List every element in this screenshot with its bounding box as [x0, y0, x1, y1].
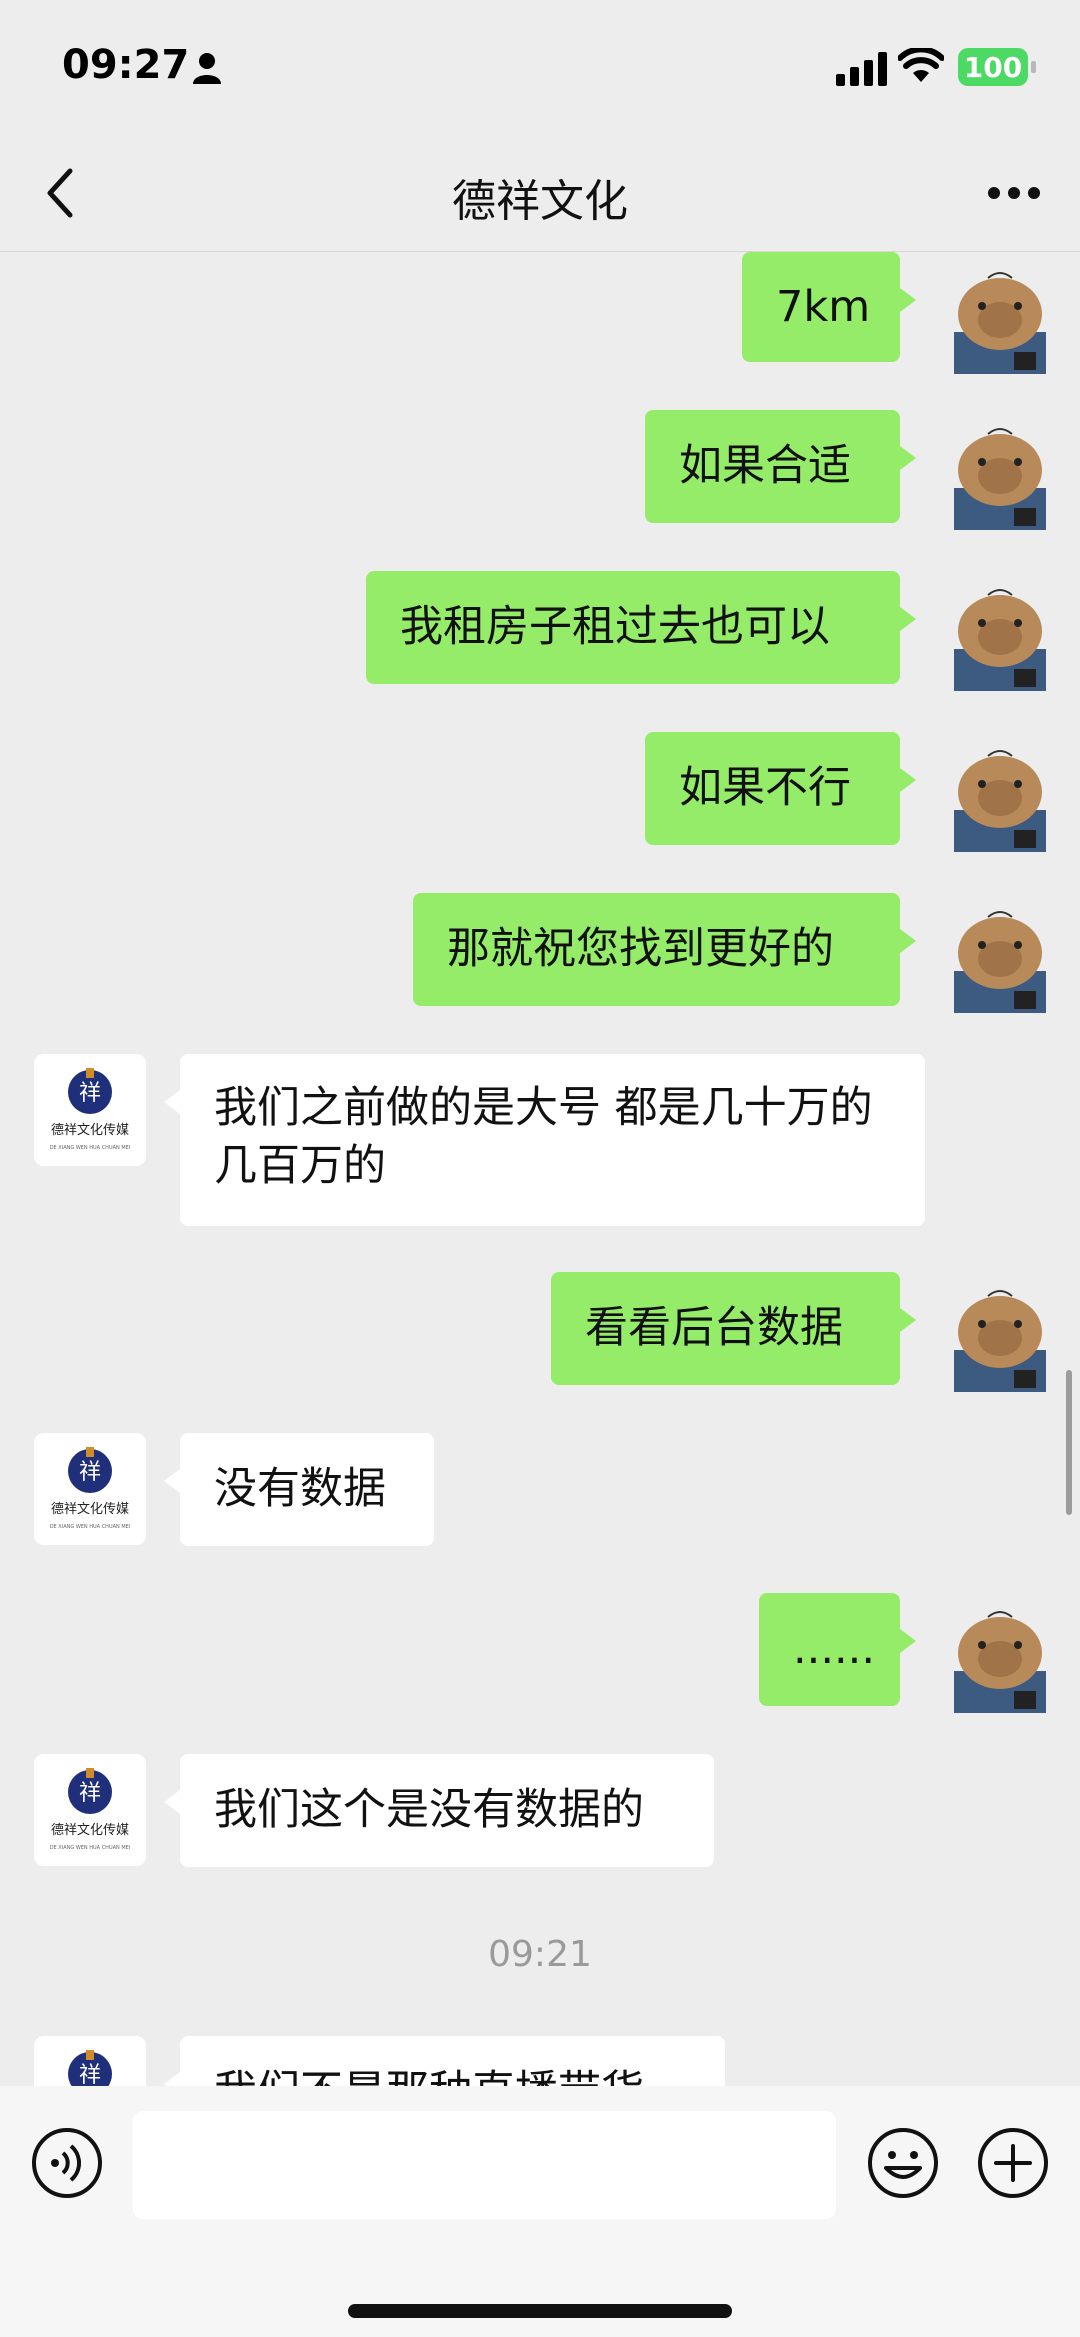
message-timestamp: 09:21 — [488, 1934, 592, 1975]
message-text: 看看后台数据 — [585, 1303, 843, 1353]
plus-icon[interactable] — [976, 2126, 1050, 2200]
message-text: 我们之前做的是大号 都是几十万的 几百万的 — [214, 1083, 873, 1191]
status-bar: 09:27 100 — [0, 0, 1080, 135]
logo-subtext: DE XIANG WEN HUA CHUAN MEI — [50, 1524, 131, 1530]
logo-text: 德祥文化传媒 — [51, 1823, 129, 1838]
message-text: 我们这个是没有数据的 — [214, 1785, 644, 1835]
chat-title: 德祥文化 — [452, 176, 628, 227]
my-avatar[interactable] — [944, 1280, 1056, 1392]
my-avatar[interactable] — [944, 418, 1056, 530]
svg-text:祥: 祥 — [79, 1781, 101, 1806]
more-options-icon[interactable] — [986, 185, 1042, 201]
message-text: 如果合适 — [679, 441, 851, 491]
svg-text:祥: 祥 — [79, 1081, 101, 1106]
message-text: 那就祝您找到更好的 — [447, 924, 834, 974]
my-avatar[interactable] — [944, 901, 1056, 1013]
logo-subtext: DE XIANG WEN HUA CHUAN MEI — [50, 1845, 131, 1851]
logo-subtext: DE XIANG WEN HUA CHUAN MEI — [50, 1145, 131, 1151]
battery-level: 100 — [963, 50, 1023, 84]
my-avatar[interactable] — [944, 1601, 1056, 1713]
outgoing-message-bubble[interactable]: 那就祝您找到更好的 — [413, 893, 916, 1006]
my-avatar[interactable] — [944, 262, 1056, 374]
message-input[interactable] — [133, 2111, 836, 2219]
contact-avatar[interactable]: 祥 — [34, 2036, 146, 2086]
logo-text: 德祥文化传媒 — [51, 1123, 129, 1138]
logo-text: 德祥文化传媒 — [51, 1502, 129, 1517]
chat-message-list[interactable]: 7km 如果合适 我租房子租过去也可以 如果不行 那就祝您找到更好的 祥德祥文化… — [0, 252, 1080, 2086]
outgoing-message-bubble[interactable]: 如果不行 — [645, 732, 916, 845]
signal-icon — [836, 52, 887, 86]
svg-text:祥: 祥 — [79, 2063, 101, 2086]
outgoing-message-bubble[interactable]: 看看后台数据 — [551, 1272, 916, 1385]
svg-text:祥: 祥 — [79, 1460, 101, 1485]
message-text: 我租房子租过去也可以 — [400, 602, 830, 652]
wifi-icon — [898, 48, 944, 82]
battery-indicator: 100 — [958, 48, 1036, 86]
emoji-icon[interactable] — [866, 2126, 940, 2200]
outgoing-message-bubble[interactable]: ...... — [759, 1593, 916, 1706]
chat-header: 德祥文化 — [0, 135, 1080, 252]
my-avatar[interactable] — [944, 579, 1056, 691]
outgoing-message-bubble[interactable]: 7km — [742, 252, 916, 362]
home-indicator[interactable] — [348, 2304, 732, 2318]
person-icon — [193, 53, 221, 84]
message-text: 7km — [776, 282, 871, 332]
scrollbar[interactable] — [1066, 1370, 1072, 1515]
message-text: 我们不是那种直播带货 — [214, 2067, 644, 2086]
message-text: 没有数据 — [214, 1464, 386, 1514]
status-time: 09:27 — [62, 42, 190, 88]
voice-input-icon[interactable] — [30, 2126, 104, 2200]
incoming-message-bubble[interactable]: 没有数据 — [164, 1433, 434, 1546]
input-bar — [0, 2086, 1080, 2337]
contact-avatar[interactable]: 祥德祥文化传媒 DE XIANG WEN HUA CHUAN MEI — [34, 1433, 146, 1545]
message-text: ...... — [793, 1624, 876, 1674]
incoming-message-bubble[interactable]: 我们这个是没有数据的 — [164, 1754, 714, 1867]
outgoing-message-bubble[interactable]: 我租房子租过去也可以 — [366, 571, 916, 684]
my-avatar[interactable] — [944, 740, 1056, 852]
outgoing-message-bubble[interactable]: 如果合适 — [645, 410, 916, 523]
contact-avatar[interactable]: 祥德祥文化传媒 DE XIANG WEN HUA CHUAN MEI — [34, 1054, 146, 1166]
incoming-message-bubble[interactable]: 我们不是那种直播带货 — [164, 2036, 725, 2086]
incoming-message-bubble[interactable]: 我们之前做的是大号 都是几十万的 几百万的 — [164, 1054, 925, 1226]
message-text: 如果不行 — [679, 763, 851, 813]
contact-avatar[interactable]: 祥德祥文化传媒 DE XIANG WEN HUA CHUAN MEI — [34, 1754, 146, 1866]
